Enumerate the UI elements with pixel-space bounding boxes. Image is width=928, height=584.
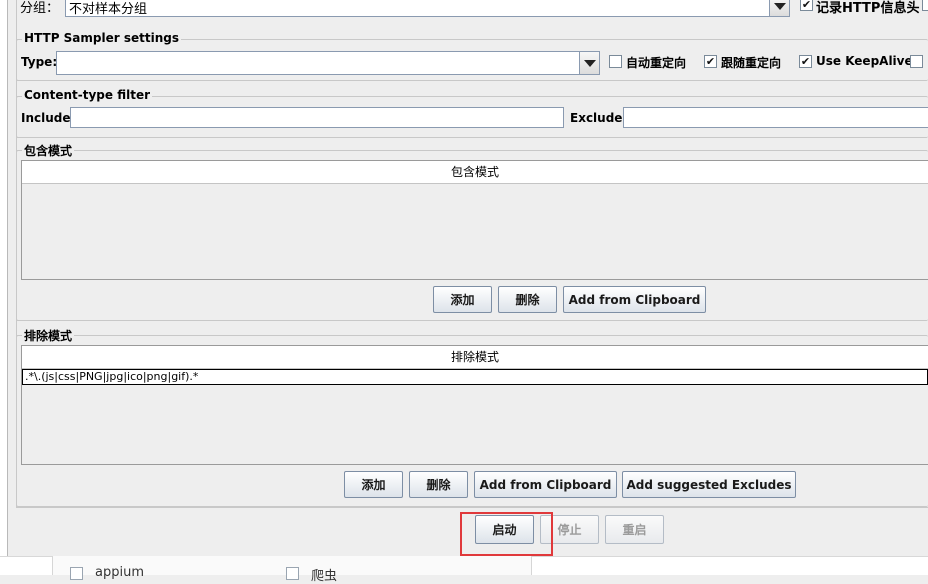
checkmark-icon: ✔	[800, 55, 811, 68]
appium-checkbox[interactable]	[70, 567, 83, 580]
record-http-headers-label: 记录HTTP信息头	[816, 1, 920, 16]
http-sampler-title: HTTP Sampler settings	[22, 31, 181, 45]
left-gutter	[0, 0, 8, 556]
exclude-input[interactable]	[623, 107, 928, 128]
include-patterns-column-header[interactable]: 包含模式	[22, 161, 928, 184]
add-suggested-excludes-button[interactable]: Add suggested Excludes	[622, 471, 796, 498]
grouping-select[interactable]: 不对样本分组	[65, 0, 790, 17]
include-patterns-title: 包含模式	[22, 142, 75, 159]
checkmark-icon: ✔	[801, 0, 812, 11]
bottom-list-panel: appium 爬虫	[52, 556, 532, 584]
chevron-down-icon[interactable]	[769, 0, 789, 16]
table-row[interactable]: .*\.(js|css|PNG|jpg|ico|png|gif).*	[22, 369, 928, 385]
chevron-down-icon[interactable]	[579, 52, 599, 74]
extra-checkbox-top[interactable]	[922, 0, 928, 11]
auto-redirect-label: 自动重定向	[626, 56, 687, 70]
include-input[interactable]	[70, 107, 564, 128]
follow-redirect-checkbox[interactable]: ✔	[704, 55, 717, 68]
include-clipboard-button[interactable]: Add from Clipboard	[563, 286, 706, 313]
exclude-add-button[interactable]: 添加	[344, 471, 403, 498]
include-delete-button[interactable]: 删除	[498, 286, 557, 313]
start-button-highlight	[460, 512, 553, 556]
exclude-delete-button[interactable]: 删除	[409, 471, 468, 498]
exclude-label: Exclude:	[570, 111, 628, 125]
auto-redirect-checkbox[interactable]	[609, 55, 622, 68]
appium-label: appium	[95, 565, 144, 580]
keepalive-label: Use KeepAlive	[816, 54, 913, 68]
follow-redirect-label: 跟随重定向	[721, 56, 782, 70]
keepalive-checkbox[interactable]: ✔	[799, 55, 812, 68]
exclude-patterns-table[interactable]: 排除模式 .*\.(js|css|PNG|jpg|ico|png|gif).*	[21, 345, 928, 465]
content-filter-title: Content-type filter	[22, 88, 152, 102]
extra-checkbox-sampler[interactable]	[910, 55, 923, 68]
type-select[interactable]	[56, 51, 600, 75]
crawler-checkbox[interactable]	[286, 567, 299, 580]
include-label: Include:	[21, 111, 76, 125]
include-patterns-table[interactable]: 包含模式	[21, 160, 928, 280]
exclude-clipboard-button[interactable]: Add from Clipboard	[474, 471, 617, 498]
include-add-button[interactable]: 添加	[433, 286, 492, 313]
exclude-patterns-title: 排除模式	[22, 327, 75, 344]
checkmark-icon: ✔	[705, 55, 716, 68]
grouping-label: 分组：	[20, 1, 60, 16]
exclude-patterns-column-header[interactable]: 排除模式	[22, 346, 928, 369]
record-http-headers-checkbox[interactable]: ✔	[800, 0, 813, 11]
restart-button[interactable]: 重启	[605, 515, 664, 544]
grouping-select-value: 不对样本分组	[69, 2, 148, 17]
type-label: Type:	[21, 55, 58, 69]
